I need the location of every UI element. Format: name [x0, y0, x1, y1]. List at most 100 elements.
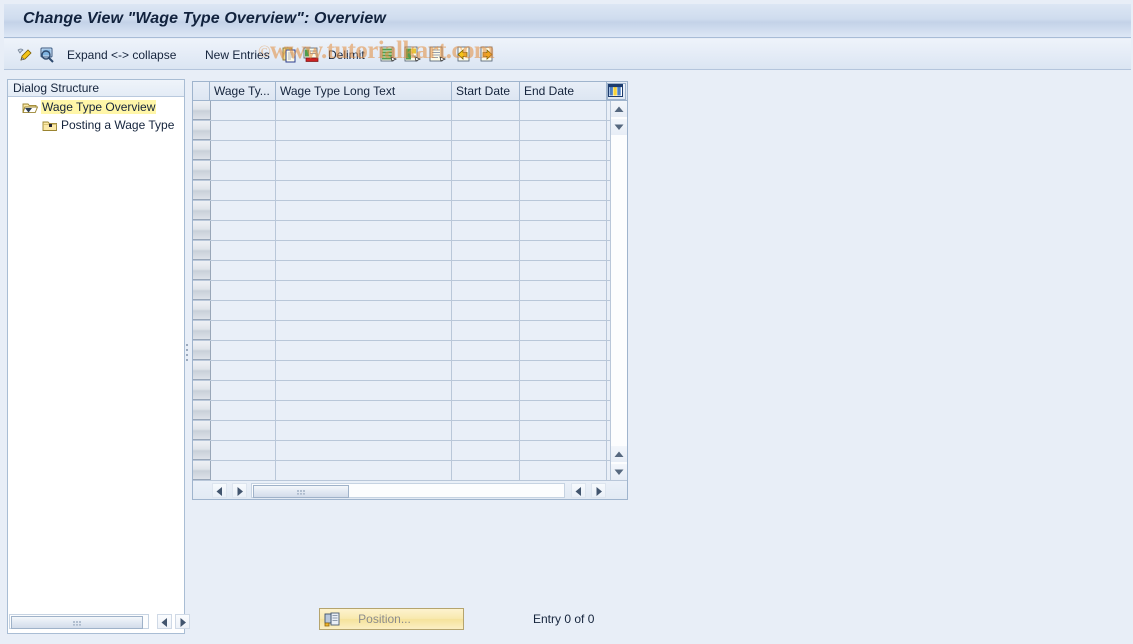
cell-wage-type-long-text[interactable] — [276, 281, 452, 300]
row-selector[interactable] — [193, 281, 211, 300]
row-selector[interactable] — [193, 161, 211, 180]
cell-end-date[interactable] — [520, 441, 607, 460]
table-row[interactable] — [193, 201, 610, 221]
cell-start-date[interactable] — [452, 441, 520, 460]
cell-wage-type-long-text[interactable] — [276, 321, 452, 340]
cell-wage-type-long-text[interactable] — [276, 441, 452, 460]
cell-end-date[interactable] — [520, 281, 607, 300]
cell-wage-type[interactable] — [211, 281, 276, 300]
cell-wage-type-long-text[interactable] — [276, 121, 452, 140]
cell-start-date[interactable] — [452, 181, 520, 200]
row-selector[interactable] — [193, 101, 211, 120]
table-row[interactable] — [193, 261, 610, 281]
cell-start-date[interactable] — [452, 221, 520, 240]
cell-end-date[interactable] — [520, 341, 607, 360]
expand-collapse-button[interactable]: Expand <-> collapse — [65, 39, 178, 70]
row-selector[interactable] — [193, 421, 211, 440]
row-selector[interactable] — [193, 461, 211, 480]
cell-start-date[interactable] — [452, 341, 520, 360]
table-row[interactable] — [193, 461, 610, 480]
cell-end-date[interactable] — [520, 201, 607, 220]
cell-wage-type[interactable] — [211, 361, 276, 380]
cell-start-date[interactable] — [452, 161, 520, 180]
sidebar-item-posting-a-wage-type[interactable]: Posting a Wage Type — [8, 116, 184, 134]
table-row[interactable] — [193, 401, 610, 421]
cell-wage-type-long-text[interactable] — [276, 141, 452, 160]
table-row[interactable] — [193, 121, 610, 141]
row-selector[interactable] — [193, 401, 211, 420]
cell-start-date[interactable] — [452, 401, 520, 420]
cell-end-date[interactable] — [520, 141, 607, 160]
row-selector[interactable] — [193, 441, 211, 460]
cell-wage-type-long-text[interactable] — [276, 341, 452, 360]
cell-wage-type[interactable] — [211, 181, 276, 200]
cell-wage-type-long-text[interactable] — [276, 261, 452, 280]
cell-start-date[interactable] — [452, 361, 520, 380]
cell-start-date[interactable] — [452, 421, 520, 440]
table-scroll-left-button[interactable] — [212, 483, 227, 498]
cell-end-date[interactable] — [520, 321, 607, 340]
scroll-up-button[interactable] — [611, 101, 627, 117]
cell-end-date[interactable] — [520, 161, 607, 180]
next-entry-icon[interactable] — [478, 39, 497, 70]
cell-wage-type-long-text[interactable] — [276, 101, 452, 120]
cell-wage-type[interactable] — [211, 241, 276, 260]
cell-wage-type-long-text[interactable] — [276, 421, 452, 440]
delimit-button[interactable]: Delimit — [326, 39, 367, 70]
cell-start-date[interactable] — [452, 301, 520, 320]
row-selector[interactable] — [193, 361, 211, 380]
display-change-icon[interactable] — [15, 39, 34, 70]
sidebar-horizontal-scrollbar[interactable] — [9, 614, 190, 631]
table-scroll-left-button-2[interactable] — [571, 483, 586, 498]
scroll-thumb[interactable] — [11, 616, 143, 629]
cell-start-date[interactable] — [452, 141, 520, 160]
cell-wage-type-long-text[interactable] — [276, 461, 452, 480]
cell-wage-type[interactable] — [211, 101, 276, 120]
cell-start-date[interactable] — [452, 281, 520, 300]
cell-wage-type[interactable] — [211, 301, 276, 320]
cell-wage-type[interactable] — [211, 261, 276, 280]
copy-as-icon[interactable] — [280, 39, 299, 70]
cell-wage-type-long-text[interactable] — [276, 301, 452, 320]
cell-wage-type-long-text[interactable] — [276, 221, 452, 240]
table-row[interactable] — [193, 161, 610, 181]
cell-wage-type-long-text[interactable] — [276, 201, 452, 220]
table-row[interactable] — [193, 101, 610, 121]
new-entries-button[interactable]: New Entries — [203, 39, 272, 70]
previous-entry-icon[interactable] — [454, 39, 473, 70]
column-header-wage-type-long-text[interactable]: Wage Type Long Text — [276, 82, 452, 100]
column-header-wage-type[interactable]: Wage Ty... — [210, 82, 276, 100]
cell-end-date[interactable] — [520, 381, 607, 400]
table-row[interactable] — [193, 221, 610, 241]
row-selector[interactable] — [193, 181, 211, 200]
table-horizontal-scrollbar[interactable] — [193, 480, 627, 499]
position-button[interactable]: Position... — [319, 608, 464, 630]
cell-start-date[interactable] — [452, 321, 520, 340]
cell-wage-type-long-text[interactable] — [276, 381, 452, 400]
cell-end-date[interactable] — [520, 101, 607, 120]
table-scroll-right-button-2[interactable] — [591, 483, 606, 498]
table-row[interactable] — [193, 301, 610, 321]
cell-start-date[interactable] — [452, 101, 520, 120]
row-selector[interactable] — [193, 201, 211, 220]
cell-wage-type[interactable] — [211, 121, 276, 140]
cell-wage-type-long-text[interactable] — [276, 401, 452, 420]
cell-wage-type-long-text[interactable] — [276, 241, 452, 260]
row-selector[interactable] — [193, 141, 211, 160]
cell-wage-type-long-text[interactable] — [276, 181, 452, 200]
delete-icon[interactable] — [302, 39, 321, 70]
chevron-down-icon[interactable] — [24, 103, 33, 113]
cell-wage-type[interactable] — [211, 201, 276, 220]
cell-end-date[interactable] — [520, 421, 607, 440]
cell-wage-type[interactable] — [211, 421, 276, 440]
sidebar-item-wage-type-overview[interactable]: Wage Type Overview — [8, 98, 184, 116]
row-selector[interactable] — [193, 221, 211, 240]
scroll-left-button[interactable] — [157, 614, 172, 629]
table-row[interactable] — [193, 241, 610, 261]
cell-end-date[interactable] — [520, 221, 607, 240]
select-all-icon[interactable] — [379, 39, 398, 70]
row-selector[interactable] — [193, 301, 211, 320]
cell-wage-type-long-text[interactable] — [276, 161, 452, 180]
row-selector[interactable] — [193, 381, 211, 400]
cell-wage-type-long-text[interactable] — [276, 361, 452, 380]
